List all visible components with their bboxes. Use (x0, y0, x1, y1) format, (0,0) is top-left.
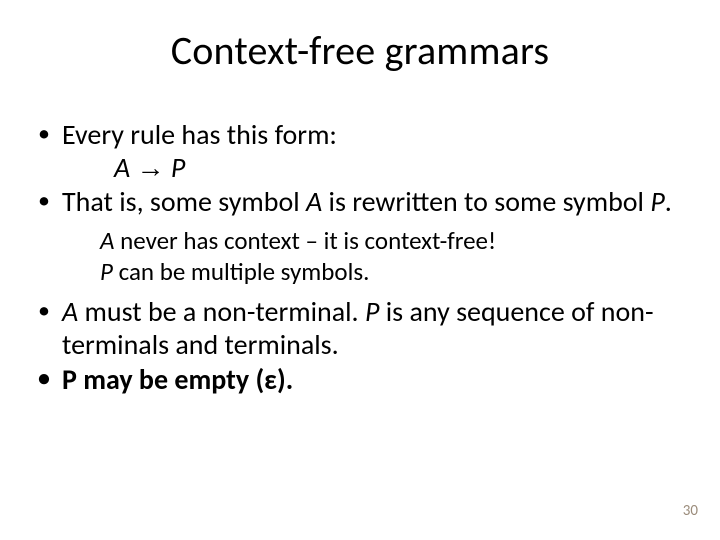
bullet-2-A: A (306, 184, 322, 219)
slide-body: Every rule has this form: A → P That is,… (36, 118, 684, 398)
arrow-icon: → (137, 153, 165, 184)
sub-block: A never has context – it is context-free… (36, 226, 684, 287)
sub1-rest: never has context – it is context-free! (114, 225, 496, 256)
slide-title: Context-free grammars (0, 26, 720, 75)
bullet-list: Every rule has this form: A → P That is,… (36, 118, 684, 396)
bullet-1-text: Every rule has this form: (62, 117, 337, 152)
sub2-rest: can be multiple symbols. (113, 256, 370, 287)
bullet-3-mid1: must be a non-terminal. (78, 294, 365, 329)
bullet-4-text: P may be empty (ε). (62, 362, 293, 397)
bullet-4: P may be empty (ε). (36, 363, 684, 396)
bullet-2-P: P (650, 184, 664, 219)
bullet-2-post: . (665, 184, 672, 219)
bullet-2: That is, some symbol A is rewritten to s… (36, 185, 684, 218)
bullet-3-P: P (365, 294, 379, 329)
slide: Context-free grammars Every rule has thi… (0, 0, 720, 540)
bullet-2-mid: is rewritten to some symbol (322, 184, 650, 219)
bullet-3-A: A (62, 294, 78, 329)
bullet-3: A must be a non-terminal. P is any seque… (36, 295, 684, 361)
sub-line-2: P can be multiple symbols. (100, 257, 684, 288)
rule-formula: A → P (36, 151, 684, 185)
sub1-A: A (100, 225, 114, 256)
bullet-1: Every rule has this form: (36, 118, 684, 151)
sub-line-1: A never has context – it is context-free… (100, 226, 684, 257)
page-number: 30 (683, 502, 698, 520)
formula-lhs: A (114, 150, 130, 185)
formula-rhs: P (171, 150, 185, 185)
bullet-2-pre: That is, some symbol (62, 184, 306, 219)
sub2-P: P (100, 256, 113, 287)
